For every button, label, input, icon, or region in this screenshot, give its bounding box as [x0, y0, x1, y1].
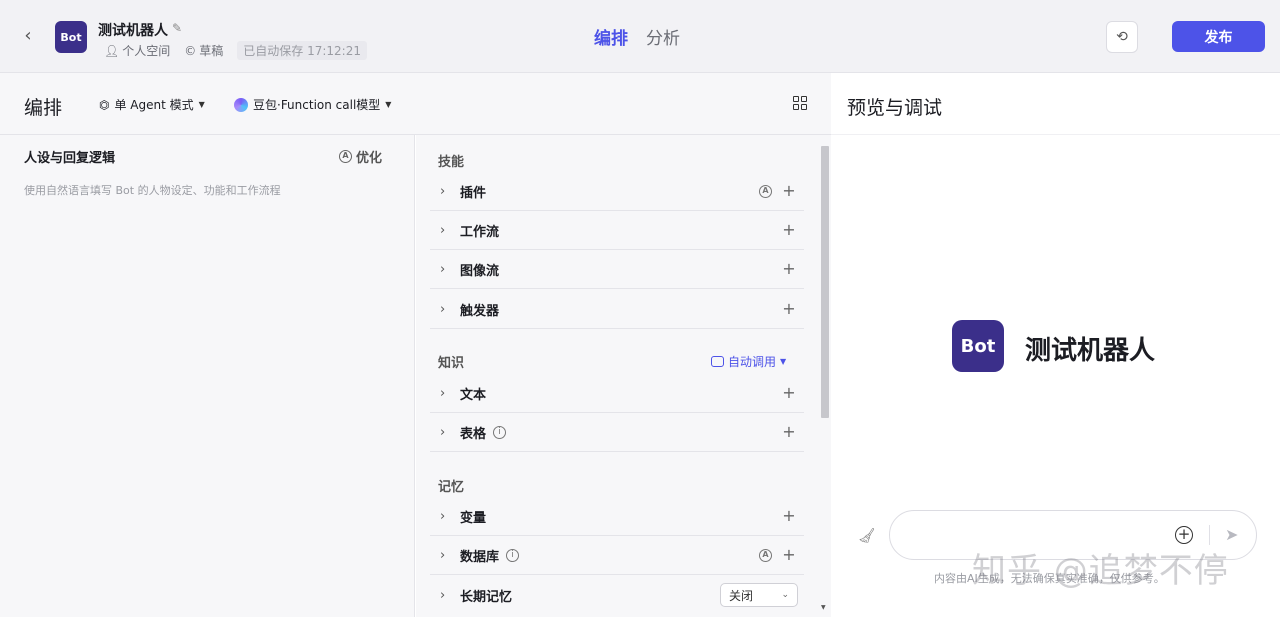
back-arrow-icon[interactable]: ‹ [18, 26, 38, 46]
robot-icon [711, 356, 724, 367]
section-memory: 记忆 [438, 480, 465, 495]
add-icon[interactable]: + [782, 261, 796, 277]
add-icon[interactable]: + [782, 222, 796, 238]
send-icon[interactable]: ➤ [1225, 525, 1238, 544]
skills-panel: 技能 › 插件 A + › 工作流 + › 图像流 + › 触发器 + 知识 ›… [416, 135, 831, 617]
watermark: 知乎 @追梦不停 [972, 551, 1229, 591]
add-icon[interactable]: + [782, 183, 796, 199]
add-icon[interactable]: + [782, 424, 796, 440]
editor-title: 编排 [24, 97, 63, 119]
agent-mode-select[interactable]: ⏣ 单 Agent 模式 ▼ [99, 96, 205, 113]
tab-analysis[interactable]: 分析 [646, 24, 680, 49]
ai-icon[interactable]: A [759, 184, 772, 198]
memory-database-row[interactable]: › 数据库 i A + [430, 536, 804, 575]
add-icon[interactable]: + [782, 547, 796, 563]
bot-name: 测试机器人 [98, 23, 168, 39]
preview-title: 预览与调试 [847, 97, 943, 119]
add-icon[interactable]: + [782, 508, 796, 524]
chevron-right-icon: › [440, 588, 446, 603]
model-icon [234, 97, 248, 112]
chevron-right-icon: › [440, 424, 446, 440]
publish-button[interactable]: 发布 [1172, 21, 1265, 52]
chevron-right-icon: › [440, 547, 446, 563]
skill-workflow-row[interactable]: › 工作流 + [430, 211, 804, 250]
add-attachment-icon[interactable]: + [1175, 526, 1193, 544]
autosave-status: 已自动保存 17:12:21 [237, 41, 367, 60]
optimize-button[interactable]: A 优化 [339, 147, 382, 166]
main-tabs: 编排 分析 [594, 24, 680, 49]
preview-header: 预览与调试 [831, 73, 1280, 135]
bot-meta: 👤︎ 个人空间 © 草稿 已自动保存 17:12:21 [104, 41, 367, 60]
chevron-right-icon: › [440, 508, 446, 524]
info-icon[interactable]: i [506, 548, 520, 562]
skill-trigger-row[interactable]: › 触发器 + [430, 290, 804, 329]
space-info: 👤︎ 个人空间 [104, 43, 171, 59]
ai-icon[interactable]: A [759, 548, 772, 562]
history-button[interactable]: ⟲ [1106, 21, 1138, 53]
ai-icon: A [339, 150, 352, 163]
long-term-memory-select[interactable]: 关闭 ⌄ [720, 583, 798, 607]
memory-variable-row[interactable]: › 变量 + [430, 497, 804, 536]
layout-grid-icon[interactable] [793, 96, 807, 110]
add-icon[interactable]: + [782, 385, 796, 401]
preview-bot-avatar: Bot [952, 320, 1004, 372]
caret-down-icon: ▼ [780, 357, 787, 366]
persona-input[interactable]: 使用自然语言填写 Bot 的人物设定、功能和工作流程 [24, 182, 281, 198]
history-icon: ⟲ [1116, 29, 1128, 45]
section-skills: 技能 [438, 155, 465, 170]
caret-down-icon: ▼ [385, 100, 392, 109]
preview-bot-name: 测试机器人 [1025, 336, 1156, 366]
editor-toolbar: 编排 ⏣ 单 Agent 模式 ▼ 豆包·Function call模型 ▼ [0, 73, 831, 135]
person-icon: 👤︎ [104, 43, 120, 58]
input-divider [1209, 525, 1210, 545]
chevron-right-icon: › [440, 183, 446, 199]
chevron-right-icon: › [440, 301, 446, 317]
chevron-right-icon: › [440, 222, 446, 238]
section-knowledge: 知识 [438, 356, 465, 371]
scroll-down-icon[interactable]: ▼ [821, 604, 826, 611]
skill-imageflow-row[interactable]: › 图像流 + [430, 250, 804, 289]
bot-avatar: Bot [55, 21, 87, 53]
mode-icon: ⏣ [99, 97, 110, 112]
skill-plugin-row[interactable]: › 插件 A + [430, 172, 804, 211]
chevron-right-icon: › [440, 261, 446, 277]
model-select[interactable]: 豆包·Function call模型 ▼ [234, 96, 391, 113]
chevron-right-icon: › [440, 385, 446, 401]
chevron-down-icon: ⌄ [781, 590, 789, 600]
info-icon[interactable]: i [493, 425, 507, 439]
auto-call-select[interactable]: 自动调用 ▼ [711, 353, 786, 370]
knowledge-text-row[interactable]: › 文本 + [430, 374, 804, 413]
scrollbar[interactable] [821, 146, 829, 418]
draft-icon: © [184, 43, 197, 58]
tab-arrange[interactable]: 编排 [594, 24, 628, 49]
add-icon[interactable]: + [782, 301, 796, 317]
persona-panel: 人设与回复逻辑 A 优化 使用自然语言填写 Bot 的人物设定、功能和工作流程 [0, 135, 415, 617]
draft-status: © 草稿 [184, 43, 224, 59]
knowledge-table-row[interactable]: › 表格 i + [430, 413, 804, 452]
caret-down-icon: ▼ [198, 100, 205, 109]
clear-history-icon[interactable]: 🧹︎ [858, 528, 876, 544]
edit-icon[interactable]: ✎ [172, 21, 186, 35]
persona-title: 人设与回复逻辑 [24, 151, 116, 166]
